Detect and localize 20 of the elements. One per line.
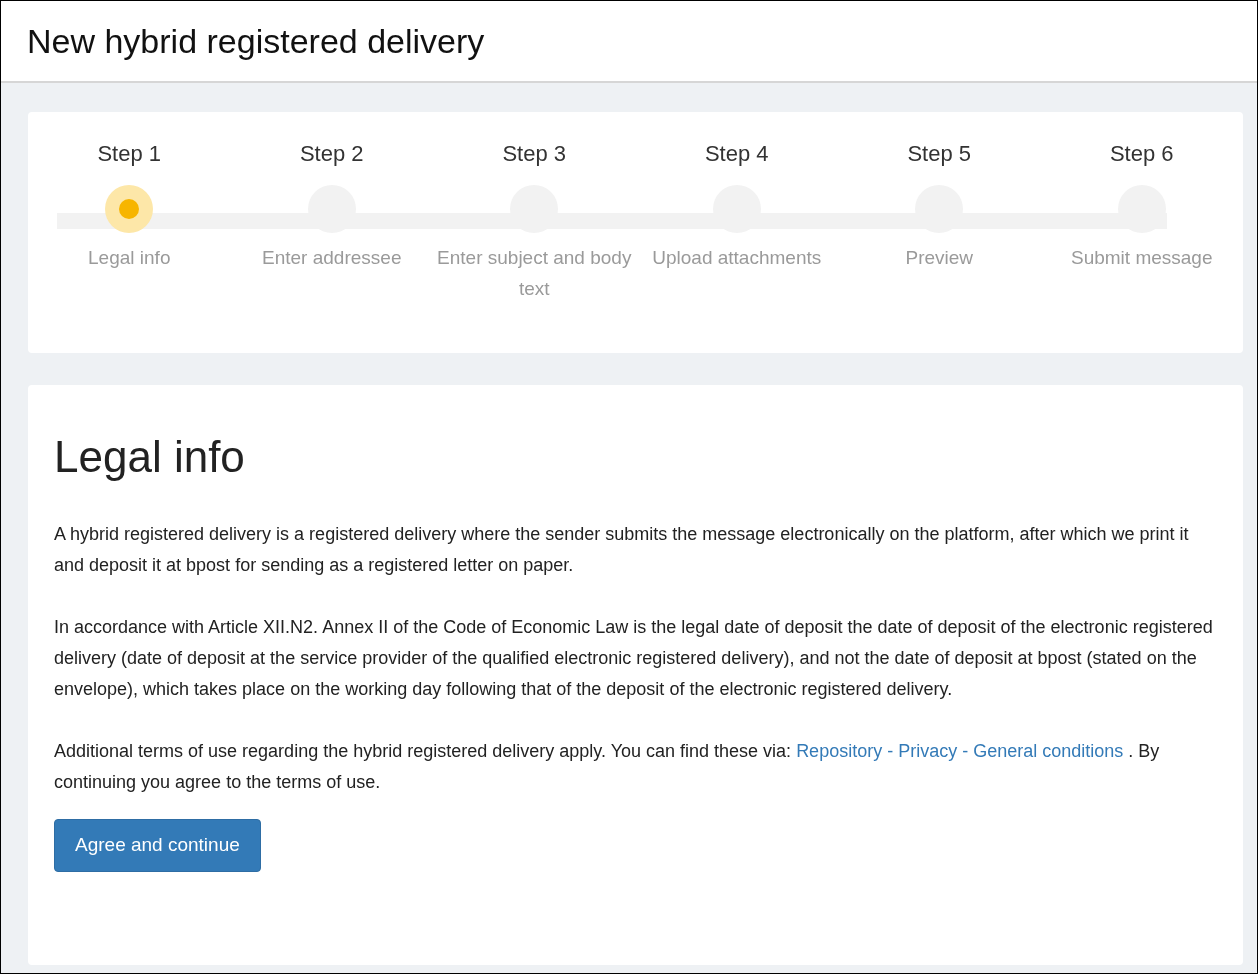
terms-paragraph: Additional terms of use regarding the hybrid registered delivery apply. You can find these via: Repository - Privacy - General conditions . By continuing you agree to the terms of use. [54, 740, 1161, 794]
page-title: New hybrid registered delivery [27, 20, 485, 62]
step-label: Step 1 [97, 140, 162, 168]
step-caption: Enter subject and body text [436, 246, 633, 301]
step-caption: Submit message [1070, 246, 1214, 270]
info-paragraph: In accordance with Article XII.N2. Annex II of the Code of Economic Law is the legal date of deposit the date of deposit of the electronic registered delivery (date of deposit at the service provider of the qualified electronic registered delivery), and not the date of deposit at bpost (stated on the envelope), which takes place on the working day following that of the deposit of the electronic registered delivery. [54, 616, 1214, 701]
agree-button[interactable]: Agree and continue [54, 819, 261, 872]
step-caption: Enter addressee [261, 246, 403, 270]
step-label: Step 2 [299, 140, 364, 168]
step-label: Step 4 [704, 140, 769, 168]
step-label: Step 6 [1109, 140, 1174, 168]
info-paragraph: A hybrid registered delivery is a registered delivery where the sender submits the message electronically on the platform, after which we print it and deposit it at bpost for sending as a registered letter on paper. [54, 523, 1190, 577]
step-caption: Preview [904, 246, 975, 270]
step-label: Step 3 [502, 140, 567, 168]
terms-link[interactable]: Repository - Privacy - General conditions [796, 741, 1124, 761]
step-caption: Legal info [87, 246, 172, 270]
step-caption: Upload attachments [651, 246, 823, 270]
step-marker[interactable] [105, 185, 154, 233]
section-heading: Legal info [54, 431, 246, 483]
step-label: Step 5 [907, 140, 972, 168]
